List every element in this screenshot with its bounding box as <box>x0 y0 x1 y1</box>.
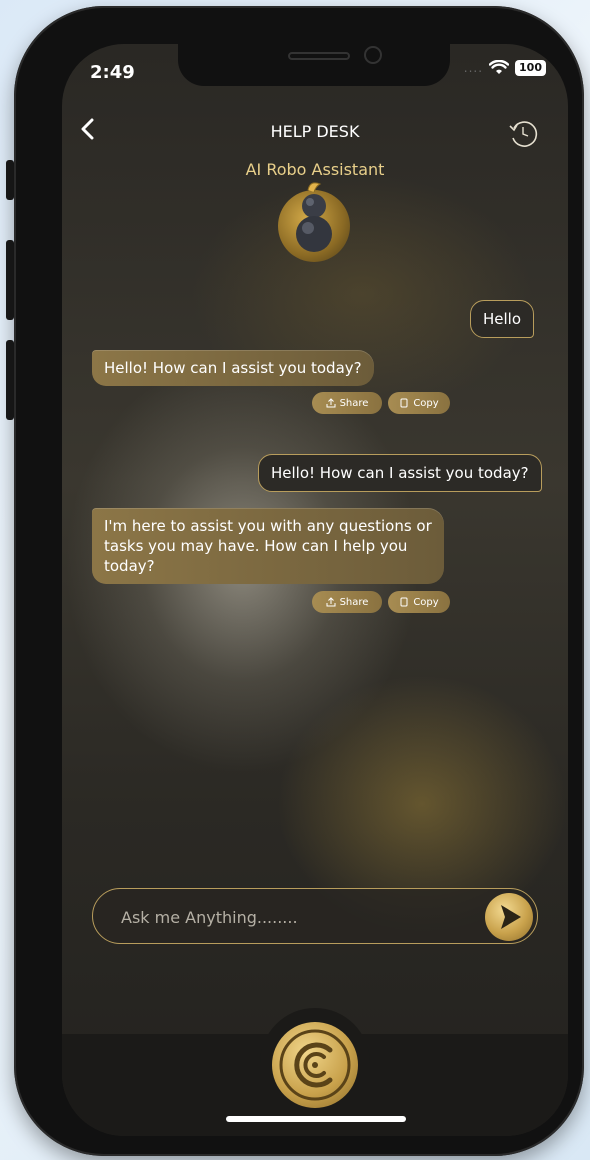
speaker <box>288 52 350 60</box>
copy-icon <box>400 597 408 607</box>
user-message: Hello <box>470 300 535 338</box>
share-button[interactable]: Share <box>312 392 382 414</box>
notch <box>178 44 450 86</box>
robot-icon <box>296 182 332 252</box>
battery-icon: 100 <box>515 60 546 76</box>
volume-up-button <box>6 240 14 320</box>
home-logo-button[interactable] <box>272 1022 358 1108</box>
share-label: Share <box>339 596 369 608</box>
share-button[interactable]: Share <box>312 591 382 613</box>
status-time: 2:49 <box>90 62 135 83</box>
app-screen: 2:49 .... 100 HELP DESK AI Robo Assistan… <box>62 44 568 1136</box>
copy-button[interactable]: Copy <box>388 591 450 613</box>
share-icon <box>326 597 336 607</box>
copy-label: Copy <box>413 397 439 409</box>
share-label: Share <box>339 397 369 409</box>
page-title: HELP DESK <box>270 122 360 141</box>
send-icon <box>501 905 521 929</box>
send-button[interactable] <box>485 893 533 941</box>
copy-label: Copy <box>413 596 439 608</box>
coin-logo-icon <box>279 1029 351 1101</box>
silent-switch <box>6 160 14 200</box>
robot-avatar <box>278 182 350 262</box>
user-message: Hello! How can I assist you today? <box>258 454 542 492</box>
camera <box>364 46 382 64</box>
volume-down-button <box>6 340 14 420</box>
home-indicator[interactable] <box>226 1116 406 1122</box>
bot-message: I'm here to assist you with any question… <box>92 508 444 584</box>
signal-icon: .... <box>463 61 484 75</box>
chat-input[interactable] <box>121 903 461 931</box>
history-icon <box>509 121 538 147</box>
share-icon <box>326 398 336 408</box>
status-icons: .... 100 <box>464 60 546 76</box>
wifi-icon <box>489 60 510 74</box>
chat-input-bar <box>92 888 538 944</box>
history-button[interactable] <box>506 116 540 150</box>
copy-button[interactable]: Copy <box>388 392 450 414</box>
bot-message: Hello! How can I assist you today? <box>92 350 374 386</box>
phone-frame: 2:49 .... 100 HELP DESK AI Robo Assistan… <box>14 6 584 1156</box>
copy-icon <box>400 398 408 408</box>
